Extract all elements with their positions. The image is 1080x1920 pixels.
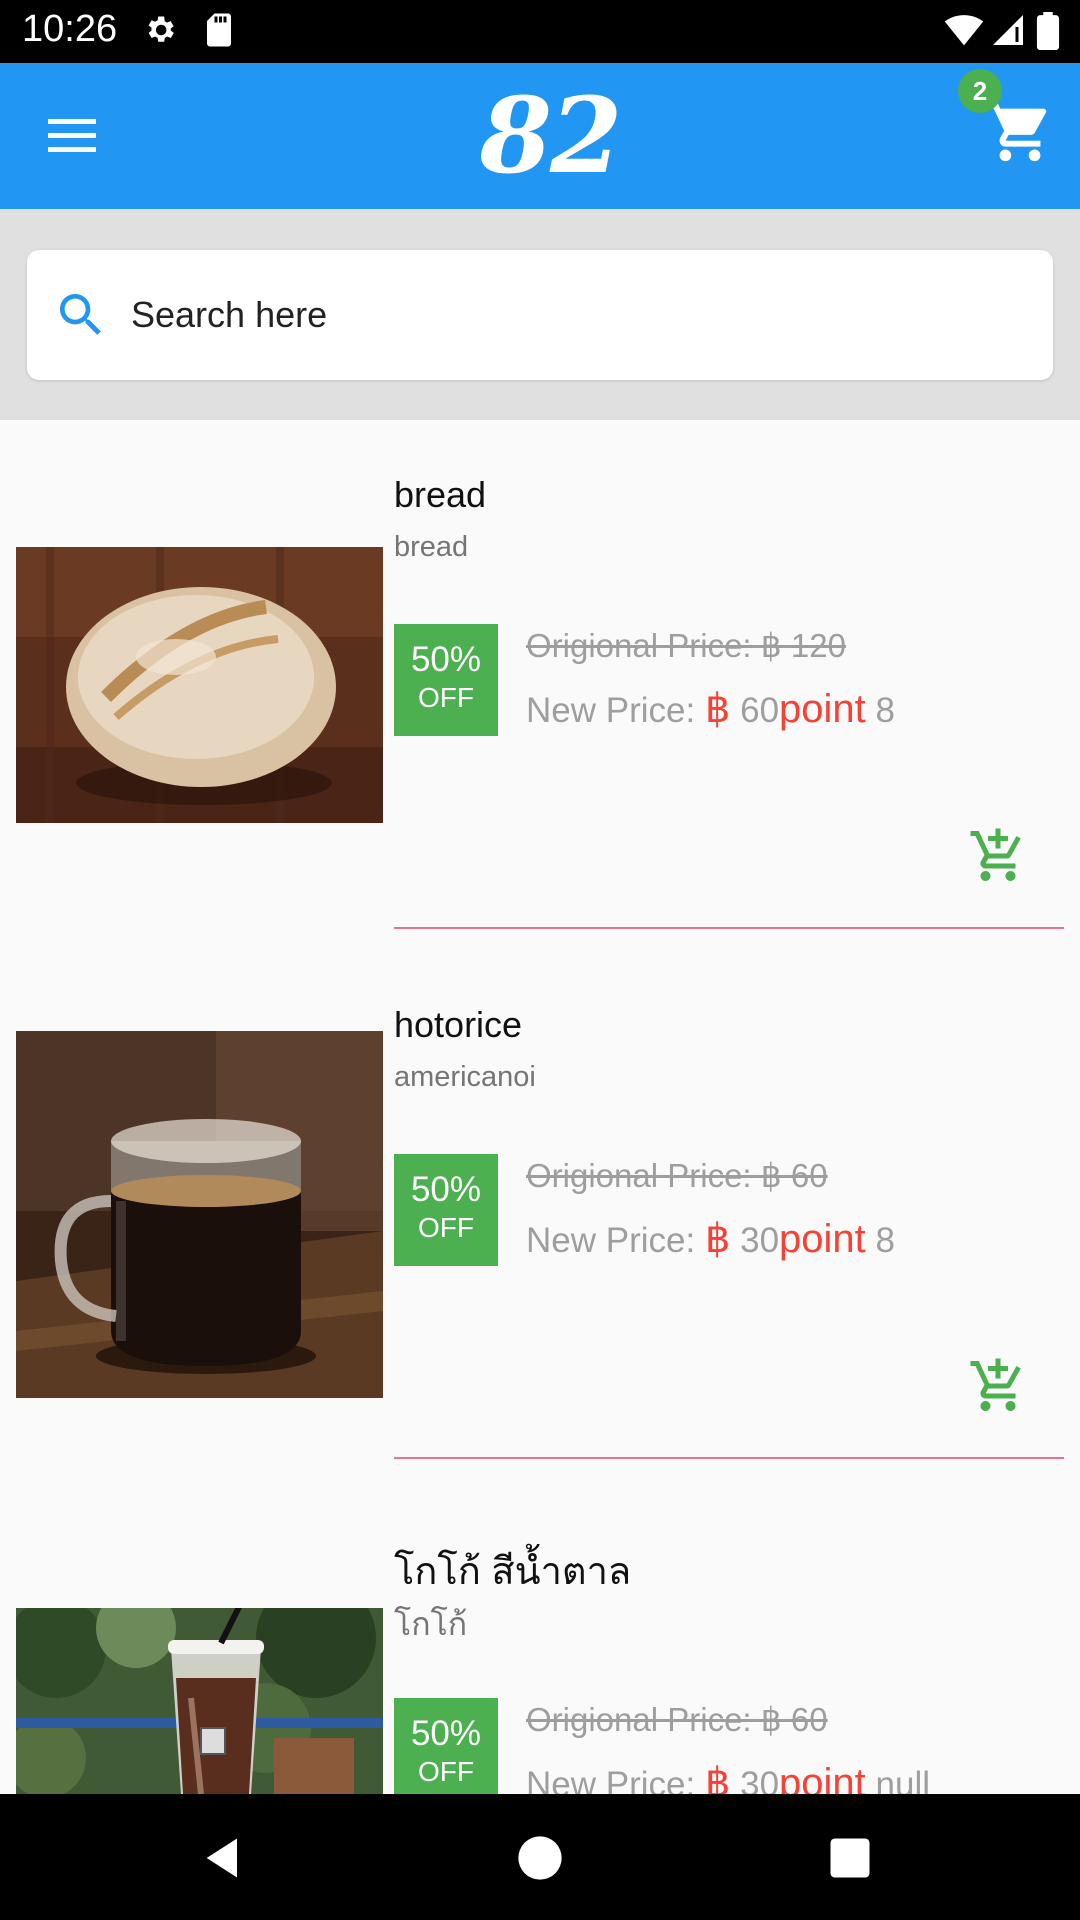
search-area [0, 209, 1080, 420]
new-price-value: 30 [730, 1765, 780, 1794]
system-nav-bar [0, 1794, 1080, 1920]
original-price: Origional Price: ฿ 120 [526, 627, 846, 664]
search-box[interactable] [27, 250, 1053, 380]
back-icon[interactable] [198, 1832, 250, 1884]
product-info: hotorice americanoi 50% OFF Origional Pr… [394, 950, 1064, 1480]
discount-off-label: OFF [418, 1212, 474, 1243]
product-name: bread [394, 474, 487, 515]
list-item[interactable]: hotorice americanoi 50% OFF Origional Pr… [0, 950, 1080, 1480]
cart-count-badge: 2 [958, 69, 1002, 113]
new-price-value: 60 [730, 691, 780, 730]
new-price: New Price: ฿ 60point 8 [526, 686, 895, 732]
new-price: New Price: ฿ 30point 8 [526, 1216, 895, 1262]
bread-photo [16, 547, 383, 823]
product-info: โกโก้ สีน้ำตาล โกโก้ 50% OFF Origional P… [394, 1480, 1064, 1794]
home-icon[interactable] [514, 1832, 566, 1884]
discount-badge: 50% OFF [394, 1154, 498, 1266]
cocoa-photo [16, 1608, 383, 1794]
new-price-value: 30 [730, 1221, 780, 1260]
recents-icon[interactable] [824, 1832, 876, 1884]
currency-symbol: ฿ [704, 1761, 731, 1794]
product-list: bread bread 50% OFF Origional Price: ฿ 1… [0, 420, 1080, 1794]
new-price-label: New Price: [526, 1765, 705, 1794]
battery-icon [1036, 12, 1060, 50]
app-bar: 82 Cafe 2 [0, 63, 1080, 343]
discount-badge: 50% OFF [394, 624, 498, 736]
settings-icon [148, 16, 174, 42]
coffee-photo [16, 1031, 383, 1398]
list-item[interactable]: โกโก้ สีน้ำตาล โกโก้ 50% OFF Origional P… [0, 1480, 1080, 1794]
product-name: hotorice [394, 1004, 523, 1045]
app-logo-title: 82 Cafe [423, 74, 678, 343]
point-label: point [779, 687, 866, 731]
product-description: americanoi [394, 1061, 536, 1093]
original-price: Origional Price: ฿ 60 [526, 1157, 828, 1194]
shopping-cart-icon[interactable] [985, 97, 1055, 167]
point-label: point [779, 1761, 866, 1794]
currency-symbol: ฿ [704, 687, 731, 731]
product-image-cocoa [16, 1608, 383, 1794]
discount-percent: 50% [410, 640, 482, 679]
new-price: New Price: ฿ 30point null [526, 1760, 930, 1794]
product-info: bread bread 50% OFF Origional Price: ฿ 1… [394, 420, 1064, 950]
discount-percent: 50% [410, 1714, 482, 1753]
item-divider [394, 927, 1064, 929]
point-value: null [865, 1765, 931, 1794]
point-value: 8 [865, 691, 895, 730]
original-price: Origional Price: ฿ 60 [526, 1701, 828, 1738]
sd-card-icon [207, 13, 231, 47]
new-price-label: New Price: [526, 1221, 705, 1260]
product-description: bread [394, 531, 469, 563]
add-to-cart-icon[interactable] [968, 826, 1028, 886]
list-item[interactable]: bread bread 50% OFF Origional Price: ฿ 1… [0, 420, 1080, 950]
signal-icon [993, 15, 1023, 45]
discount-percent: 50% [410, 1170, 482, 1209]
discount-off-label: OFF [418, 1756, 474, 1787]
product-name: โกโก้ สีน้ำตาล [394, 1551, 632, 1593]
status-time: 10:26 [22, 8, 118, 50]
discount-badge: 50% OFF [394, 1698, 498, 1794]
product-image-hotorice [16, 1031, 383, 1398]
point-value: 8 [865, 1221, 895, 1260]
status-bar: 10:26 [0, 0, 1080, 63]
product-description: โกโก้ [394, 1606, 468, 1642]
search-icon[interactable] [53, 287, 109, 343]
new-price-label: New Price: [526, 691, 705, 730]
currency-symbol: ฿ [704, 1217, 731, 1261]
search-input[interactable] [131, 278, 1011, 352]
discount-off-label: OFF [418, 682, 474, 713]
wifi-icon [944, 15, 984, 46]
product-image-bread [16, 547, 383, 823]
add-to-cart-icon[interactable] [968, 1356, 1028, 1416]
menu-icon[interactable] [40, 113, 100, 157]
item-divider [394, 1457, 1064, 1459]
point-label: point [779, 1217, 866, 1261]
